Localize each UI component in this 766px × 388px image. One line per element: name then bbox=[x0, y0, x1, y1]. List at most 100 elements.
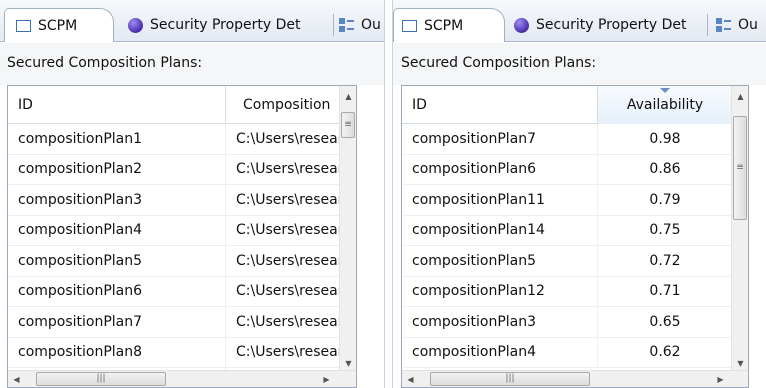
scroll-up-arrow-icon[interactable]: ▲ bbox=[732, 88, 748, 105]
cell-composition-path: C:\Users\resear bbox=[225, 154, 340, 184]
cell-plan-id: compositionPlan4 bbox=[412, 344, 537, 361]
tab-security-property-details[interactable]: Security Property Det bbox=[128, 8, 328, 42]
cell-composition-path: C:\Users\resear bbox=[225, 337, 340, 367]
tab-separator bbox=[333, 14, 334, 36]
cell-plan-id: compositionPlan7 bbox=[18, 313, 143, 330]
cell-composition-path: C:\Users\resear bbox=[225, 185, 340, 215]
cell-composition-path: C:\Users\resear bbox=[225, 124, 340, 154]
horizontal-scrollbar[interactable]: ◀ ||| ▶ bbox=[8, 370, 356, 387]
table-row[interactable]: compositionPlan11 0.79 bbox=[402, 185, 732, 216]
cell-plan-id: compositionPlan3 bbox=[18, 191, 143, 208]
horizontal-scrollbar[interactable]: ◀ ||| ▶ bbox=[402, 370, 748, 387]
table-row[interactable]: compositionPlan1 C:\Users\resear bbox=[8, 124, 340, 155]
scroll-thumb[interactable]: ||| bbox=[430, 372, 590, 386]
scroll-up-arrow-icon[interactable]: ▲ bbox=[340, 88, 356, 105]
table-row[interactable]: compositionPlan6 C:\Users\resear bbox=[8, 276, 340, 307]
view-tab-bar: SCPM Security Property Det Ou bbox=[393, 0, 766, 42]
grip-icon: ≡ bbox=[344, 119, 352, 130]
column-header-composition[interactable]: Composition bbox=[225, 86, 340, 124]
tab-scpm[interactable]: SCPM bbox=[393, 8, 505, 42]
cell-plan-id: compositionPlan14 bbox=[412, 222, 545, 239]
cell-plan-id: compositionPlan3 bbox=[412, 313, 537, 330]
grip-icon: ||| bbox=[505, 373, 515, 384]
composition-plans-table: ID Composition compositionPlan1 C:\Users\… bbox=[7, 85, 357, 388]
cell-plan-id: compositionPlan2 bbox=[18, 161, 143, 178]
cell-availability: 0.75 bbox=[597, 215, 732, 245]
column-header-id[interactable]: ID bbox=[402, 86, 597, 124]
cell-plan-id: compositionPlan1 bbox=[18, 130, 143, 147]
view-tab-bar: SCPM Security Property Det Ou bbox=[0, 0, 384, 42]
tab-label: Ou bbox=[361, 17, 381, 33]
tab-outline[interactable]: Ou bbox=[716, 8, 766, 42]
outline-icon bbox=[339, 17, 354, 33]
sort-descending-icon bbox=[660, 88, 670, 93]
cell-availability: 0.72 bbox=[597, 246, 732, 276]
scroll-thumb[interactable]: ||| bbox=[36, 372, 166, 386]
cell-plan-id: compositionPlan11 bbox=[412, 191, 545, 208]
table-header: ID Availability bbox=[402, 86, 732, 124]
table-row[interactable]: compositionPlan4 C:\Users\resear bbox=[8, 215, 340, 246]
column-header-label: Availability bbox=[626, 97, 704, 113]
table-row[interactable]: compositionPlan5 C:\Users\resear bbox=[8, 246, 340, 277]
scroll-right-arrow-icon[interactable]: ▶ bbox=[318, 371, 335, 387]
table-row[interactable]: compositionPlan7 0.98 bbox=[402, 124, 732, 155]
cell-plan-id: compositionPlan8 bbox=[18, 344, 143, 361]
composition-plans-table: ID Availability compositionPlan7 0.98 comp… bbox=[401, 85, 749, 388]
grip-icon: ≡ bbox=[736, 162, 744, 173]
view-icon bbox=[402, 19, 417, 32]
table-body: compositionPlan7 0.98 compositionPlan6 0.86… bbox=[402, 124, 732, 387]
scpm-view-right: SCPM Security Property Det Ou Secured Co… bbox=[392, 0, 766, 388]
outline-icon bbox=[716, 17, 731, 33]
cell-availability: 0.65 bbox=[597, 307, 732, 337]
cell-composition-path: C:\Users\resear bbox=[225, 215, 340, 245]
cell-plan-id: compositionPlan12 bbox=[412, 283, 545, 300]
tab-separator bbox=[707, 14, 708, 36]
vertical-scrollbar[interactable]: ▲ ≡ ▼ bbox=[731, 86, 748, 372]
security-property-icon bbox=[128, 17, 143, 33]
column-header-availability[interactable]: Availability bbox=[597, 86, 732, 124]
table-row[interactable]: compositionPlan4 0.62 bbox=[402, 337, 732, 368]
scroll-thumb[interactable]: ≡ bbox=[733, 116, 747, 220]
cell-availability: 0.62 bbox=[597, 337, 732, 367]
table-row[interactable]: compositionPlan8 C:\Users\resear bbox=[8, 337, 340, 368]
scroll-thumb[interactable]: ≡ bbox=[341, 112, 355, 138]
cell-availability: 0.79 bbox=[597, 185, 732, 215]
table-row[interactable]: compositionPlan3 0.65 bbox=[402, 307, 732, 338]
tab-label: Ou bbox=[738, 17, 758, 33]
view-icon bbox=[16, 19, 31, 32]
table-row[interactable]: compositionPlan12 0.71 bbox=[402, 276, 732, 307]
vertical-scrollbar[interactable]: ▲ ≡ ▼ bbox=[339, 86, 356, 372]
cell-plan-id: compositionPlan6 bbox=[412, 161, 537, 178]
scpm-view-left: SCPM Security Property Det Ou Secured Co… bbox=[0, 0, 385, 388]
cell-plan-id: compositionPlan6 bbox=[18, 283, 143, 300]
tab-scpm[interactable]: SCPM bbox=[4, 8, 114, 42]
column-header-id[interactable]: ID bbox=[8, 86, 225, 124]
cell-plan-id: compositionPlan7 bbox=[412, 130, 537, 147]
cell-plan-id: compositionPlan5 bbox=[18, 252, 143, 269]
cell-availability: 0.71 bbox=[597, 276, 732, 306]
table-row[interactable]: compositionPlan5 0.72 bbox=[402, 246, 732, 277]
scroll-left-arrow-icon[interactable]: ◀ bbox=[8, 371, 25, 387]
table-row[interactable]: compositionPlan3 C:\Users\resear bbox=[8, 185, 340, 216]
scroll-right-arrow-icon[interactable]: ▶ bbox=[712, 371, 729, 387]
table-row[interactable]: compositionPlan6 0.86 bbox=[402, 154, 732, 185]
table-header: ID Composition bbox=[8, 86, 340, 124]
cell-composition-path: C:\Users\resear bbox=[225, 276, 340, 306]
cell-plan-id: compositionPlan5 bbox=[412, 252, 537, 269]
tab-label: Security Property Det bbox=[536, 17, 687, 33]
cell-availability: 0.86 bbox=[597, 154, 732, 184]
table-body: compositionPlan1 C:\Users\resear compositi… bbox=[8, 124, 340, 387]
tab-security-property-details[interactable]: Security Property Det bbox=[514, 8, 714, 42]
table-row[interactable]: compositionPlan2 C:\Users\resear bbox=[8, 154, 340, 185]
section-title: Secured Composition Plans: bbox=[0, 43, 384, 85]
table-row[interactable]: compositionPlan14 0.75 bbox=[402, 215, 732, 246]
cell-availability: 0.98 bbox=[597, 124, 732, 154]
scroll-left-arrow-icon[interactable]: ◀ bbox=[402, 371, 419, 387]
table-row[interactable]: compositionPlan7 C:\Users\resear bbox=[8, 307, 340, 338]
tab-label: SCPM bbox=[38, 17, 78, 34]
tab-label: SCPM bbox=[424, 17, 464, 34]
cell-plan-id: compositionPlan4 bbox=[18, 222, 143, 239]
security-property-icon bbox=[514, 17, 529, 33]
tab-outline[interactable]: Ou bbox=[339, 8, 384, 42]
cell-composition-path: C:\Users\resear bbox=[225, 246, 340, 276]
